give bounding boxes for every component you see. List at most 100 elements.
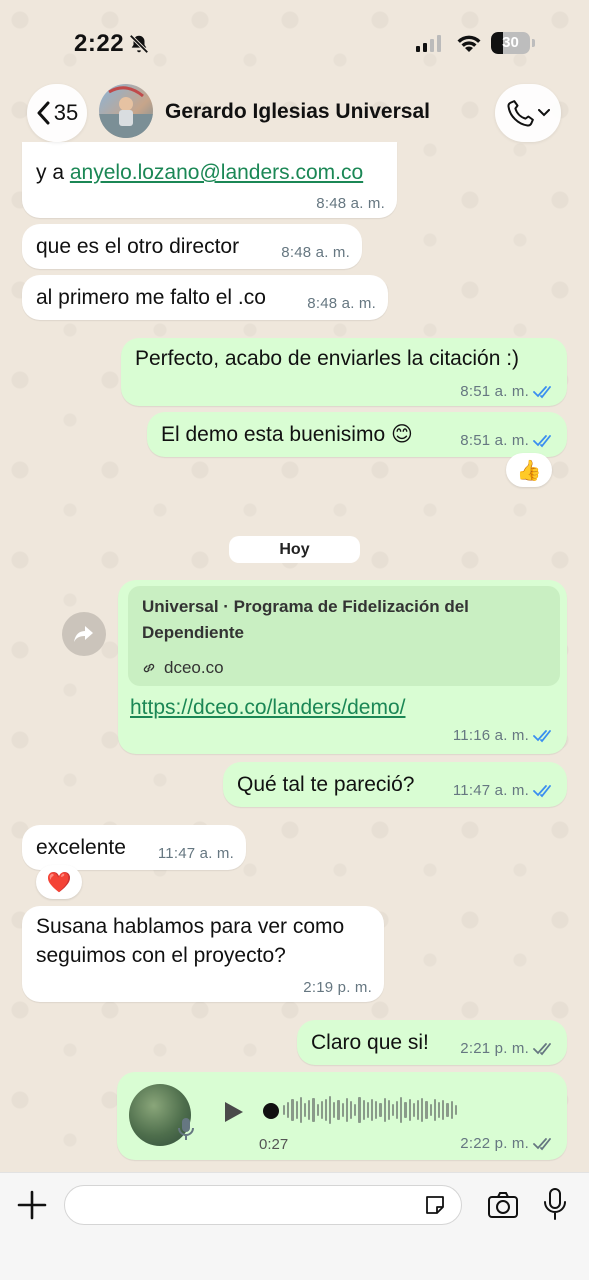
plus-icon[interactable] [16,1189,48,1221]
message-outgoing[interactable]: Perfecto, acabo de enviarles la citación… [121,338,567,406]
waveform-bar [358,1097,361,1123]
waveform-bar [421,1098,424,1122]
waveform-bar [425,1101,428,1119]
waveform-bar [283,1105,286,1115]
waveform-bar [408,1099,411,1121]
waveform-bar [450,1101,453,1119]
message-time: 2:21 p. m. [460,1040,529,1057]
waveform-bar [362,1100,365,1120]
message-time: 8:51 a. m. [460,383,529,400]
waveform-bar [291,1099,294,1121]
waveform-bar [437,1102,441,1118]
waveform-bar [366,1102,369,1118]
contact-name[interactable]: Gerardo Iglesias Universal [165,100,430,124]
message-incoming[interactable]: Susana hablamos para ver como seguimos c… [22,906,384,1002]
url-link[interactable]: https://dceo.co/landers/demo/ [130,696,406,719]
waveform-bar [320,1101,323,1119]
waveform-bar [370,1099,374,1121]
waveform-bar [396,1101,399,1119]
message-outgoing[interactable]: Qué tal te pareció? 11:47 a. m. [223,762,567,807]
message-time: 2:22 p. m. [460,1135,529,1152]
reaction-badge[interactable]: 👍 [506,453,552,487]
waveform-bar [287,1102,290,1118]
waveform-bar [337,1100,340,1120]
bell-off-icon [129,34,149,54]
chevron-down-icon [538,109,550,117]
double-check-icon [533,1137,551,1150]
reaction-badge[interactable]: ❤️ [36,865,82,899]
waveform-bar [412,1103,415,1117]
link-preview-card[interactable]: Universal · Programa de Fidelización del… [128,586,560,686]
waveform-bar [303,1103,307,1117]
double-check-icon [533,434,551,447]
waveform-bar [375,1101,378,1119]
message-time: 8:51 a. m. [460,432,529,449]
chat-header: 35 Gerardo Iglesias Universal [0,84,589,142]
waveform-bar [429,1104,432,1116]
link-preview-domain: dceo.co [164,658,224,677]
email-link[interactable]: anyelo.lozano@landers.com.co [70,161,363,184]
contact-avatar[interactable] [99,84,153,138]
waveform-bar [316,1104,319,1116]
message-outgoing[interactable]: El demo esta buenisimo 😊 8:51 a. m. [147,412,567,457]
waveform-bar [417,1100,420,1120]
playback-position[interactable] [263,1103,279,1119]
composer-bar [0,1172,589,1280]
waveform-bar [299,1097,302,1123]
double-check-icon [533,385,551,398]
status-bar: 2:22 30 [0,0,589,84]
phone-icon [507,100,534,127]
wifi-icon [457,35,481,52]
waveform-bar [312,1098,315,1122]
waveform-bar [345,1098,348,1122]
waveform-bar [333,1102,336,1118]
call-button[interactable] [495,84,561,142]
link-icon [143,663,155,673]
double-check-icon [533,729,551,742]
voice-waveform[interactable] [283,1090,457,1130]
message-text: Susana hablamos para ver como seguimos c… [36,915,345,967]
message-incoming[interactable]: y a anyelo.lozano@landers.com.co 8:48 a.… [22,142,397,218]
waveform-bar [387,1100,390,1120]
back-chevron-icon [37,101,50,125]
camera-icon[interactable] [487,1189,519,1221]
message-time: 8:48 a. m. [316,195,385,212]
forward-icon [74,626,93,642]
waveform-bar [324,1099,328,1121]
voice-duration: 0:27 [259,1136,289,1153]
waveform-bar [454,1105,457,1115]
message-incoming[interactable]: que es el otro director 8:48 a. m. [22,224,362,269]
waveform-bar [354,1104,357,1116]
double-check-icon [533,1042,551,1055]
back-button[interactable]: 35 [27,84,87,142]
battery-icon: 30 [491,32,535,54]
forward-button[interactable] [62,612,106,656]
waveform-bar [400,1097,403,1123]
avatar-image [99,86,153,138]
double-check-icon [533,784,551,797]
sticker-icon[interactable] [423,1193,447,1217]
message-list[interactable]: y a anyelo.lozano@landers.com.co 8:48 a.… [0,142,589,1172]
waveform-bar [350,1101,353,1119]
waveform-bar [446,1103,449,1117]
message-incoming[interactable]: al primero me falto el .co 8:48 a. m. [22,275,388,320]
message-time: 11:47 a. m. [157,845,234,862]
waveform-bar [391,1104,395,1116]
waveform-bar [341,1103,344,1117]
message-time: 8:48 a. m. [281,244,350,261]
message-text: y a [36,161,70,184]
waveform-bar [379,1103,382,1117]
waveform-bar [329,1096,332,1124]
message-outgoing[interactable]: Claro que si! 2:21 p. m. [297,1020,567,1065]
message-incoming[interactable]: excelente 11:47 a. m. [22,825,246,870]
message-outgoing-link[interactable]: Universal · Programa de Fidelización del… [118,580,567,754]
voice-message[interactable]: 0:27 2:22 p. m. [117,1072,567,1160]
status-time: 2:22 [74,30,125,57]
message-input[interactable] [64,1185,462,1225]
mic-icon [178,1118,194,1140]
message-time: 11:16 a. m. [452,727,529,744]
mic-icon[interactable] [542,1187,568,1221]
message-time: 11:47 a. m. [452,782,529,799]
play-icon[interactable] [221,1100,245,1124]
unread-count: 35 [53,100,79,125]
